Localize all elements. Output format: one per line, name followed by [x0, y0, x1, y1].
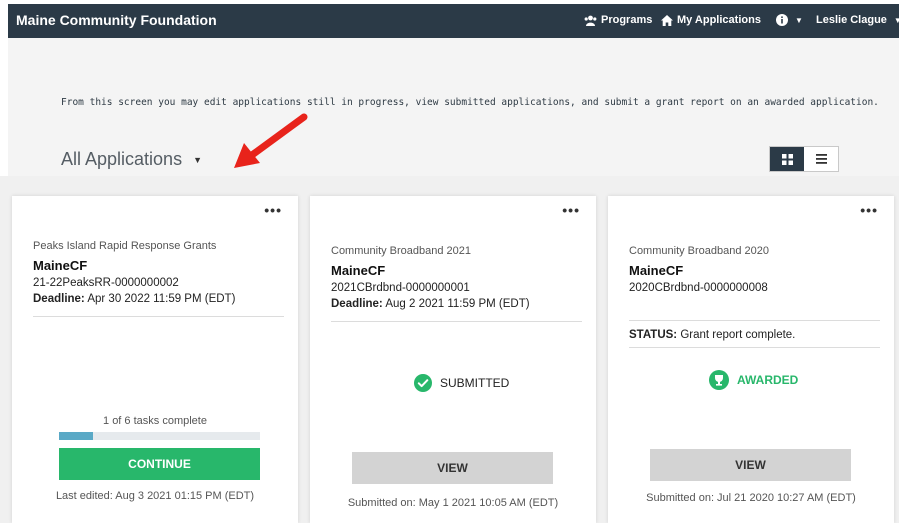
users-icon	[584, 15, 597, 26]
application-card: ••• Community Broadband 2021 MaineCF 202…	[310, 196, 596, 523]
user-menu[interactable]: Leslie Clague ▼	[816, 14, 899, 26]
intro-text: From this screen you may edit applicatio…	[61, 97, 879, 108]
progress-bar	[59, 432, 260, 440]
trophy-icon	[709, 370, 729, 390]
grid-view-button[interactable]	[770, 147, 804, 171]
organization-name: MaineCF	[331, 263, 386, 278]
applications-filter-dropdown[interactable]: All Applications ▼	[61, 149, 202, 170]
more-options-icon[interactable]: •••	[860, 202, 878, 218]
progress-text: 1 of 6 tasks complete	[103, 415, 207, 427]
program-name: Community Broadband 2020	[629, 245, 770, 257]
application-card: ••• Community Broadband 2020 MaineCF 202…	[608, 196, 894, 523]
deadline: Deadline: Aug 2 2021 11:59 PM (EDT)	[331, 298, 530, 310]
more-options-icon[interactable]: •••	[562, 202, 580, 218]
application-code: 2021CBrdbnd-0000000001	[331, 282, 470, 294]
organization-name: MaineCF	[33, 258, 88, 273]
nav-my-applications-label: My Applications	[677, 14, 761, 26]
deadline-label: Deadline:	[33, 293, 85, 305]
deadline-value: Aug 2 2021 11:59 PM (EDT)	[385, 298, 530, 310]
application-code: 2020CBrdbnd-0000000008	[629, 282, 768, 294]
status-badge-label: SUBMITTED	[440, 376, 510, 390]
last-edited-text: Last edited: Aug 3 2021 01:15 PM (EDT)	[55, 490, 255, 502]
help-menu[interactable]: ▼	[776, 14, 803, 26]
deadline: Deadline: Apr 30 2022 11:59 PM (EDT)	[33, 293, 235, 305]
info-icon	[776, 14, 788, 26]
divider	[629, 320, 880, 321]
deadline-label: Deadline:	[331, 298, 383, 310]
status-label: STATUS:	[629, 329, 678, 341]
chevron-down-icon: ▼	[893, 15, 899, 25]
application-code: 21-22PeaksRR-0000000002	[33, 277, 179, 289]
status-line: STATUS: Grant report complete.	[629, 329, 795, 341]
deadline-value: Apr 30 2022 11:59 PM (EDT)	[87, 293, 236, 305]
view-button[interactable]: VIEW	[650, 449, 851, 481]
list-icon	[815, 154, 827, 164]
page-header: From this screen you may edit applicatio…	[8, 38, 899, 176]
chevron-down-icon: ▼	[795, 15, 803, 25]
brand-title[interactable]: Maine Community Foundation	[16, 12, 217, 28]
user-name: Leslie Clague	[816, 14, 887, 26]
top-nav-bar: Maine Community Foundation Programs My A…	[8, 4, 899, 38]
nav-programs-label: Programs	[601, 14, 653, 26]
nav-programs[interactable]: Programs	[584, 14, 652, 26]
organization-name: MaineCF	[629, 263, 684, 278]
grid-icon	[781, 153, 793, 165]
status-badge: SUBMITTED	[414, 374, 509, 392]
divider	[33, 316, 284, 317]
submitted-on-text: Submitted on: May 1 2021 10:05 AM (EDT)	[347, 497, 559, 509]
program-name: Community Broadband 2021	[331, 245, 472, 257]
nav-my-applications[interactable]: My Applications	[661, 14, 761, 26]
page-title: All Applications	[61, 149, 183, 169]
more-options-icon[interactable]: •••	[264, 202, 282, 218]
red-arrow-annotation	[234, 113, 308, 168]
submitted-on-text: Submitted on: Jul 21 2020 10:27 AM (EDT)	[646, 492, 856, 504]
divider	[331, 321, 582, 322]
view-button[interactable]: VIEW	[352, 452, 553, 484]
status-text: Grant report complete.	[680, 329, 796, 341]
program-name: Peaks Island Rapid Response Grants	[33, 240, 217, 252]
status-badge: AWARDED	[709, 370, 798, 390]
list-view-button[interactable]	[804, 147, 838, 171]
divider	[629, 347, 880, 348]
chevron-down-icon: ▼	[193, 154, 202, 165]
continue-button[interactable]: CONTINUE	[59, 448, 260, 480]
view-toggle	[769, 146, 839, 172]
home-icon	[661, 14, 673, 26]
status-badge-label: AWARDED	[737, 373, 799, 387]
application-card: ••• Peaks Island Rapid Response Grants M…	[12, 196, 298, 523]
check-circle-icon	[414, 374, 432, 392]
progress-bar-fill	[59, 432, 93, 440]
